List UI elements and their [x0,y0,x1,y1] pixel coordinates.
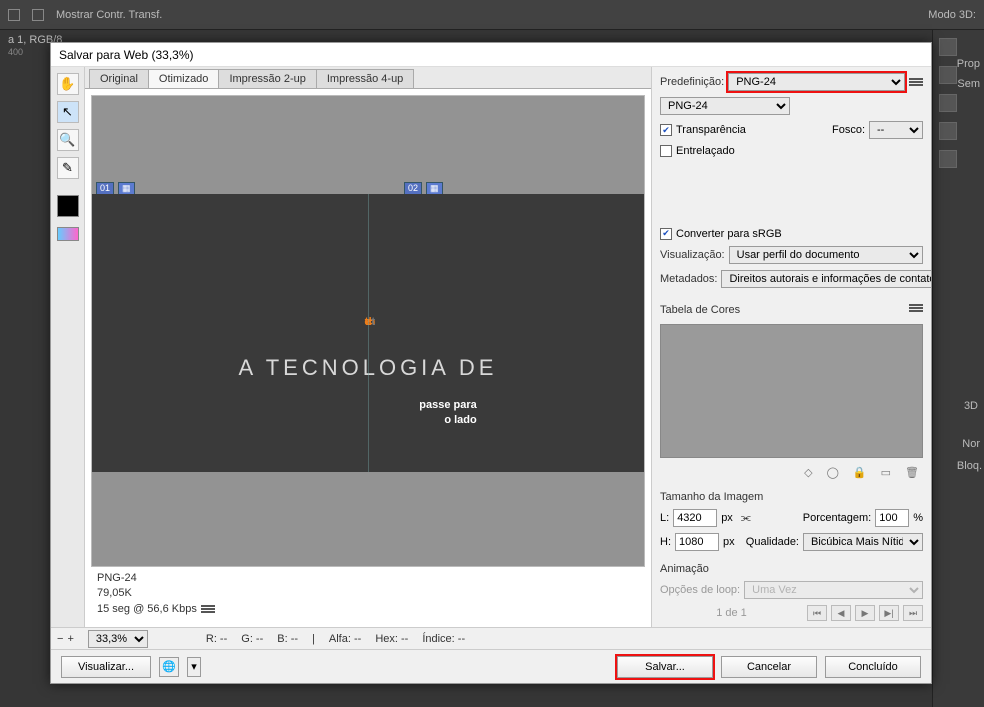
color-table[interactable] [660,324,923,458]
srgb-checkbox[interactable]: ✔ [660,228,672,240]
mode-3d-label: Modo 3D: [928,9,976,21]
panel-label: Nor [962,438,980,450]
metadata-label: Metadados: [660,273,717,285]
color-table-menu-icon[interactable] [909,307,923,309]
height-input[interactable] [675,533,719,551]
save-for-web-dialog: Salvar para Web (33,3%) ✋ ↖ 🔍 ✎ Original… [50,42,932,684]
interlaced-checkbox[interactable] [660,145,672,157]
preview-info: PNG-24 79,05K 15 seg @ 56,6 Kbps [91,567,645,621]
3d-panel-tab[interactable]: 3D [964,400,978,412]
percent-label: Porcentagem: [803,512,871,524]
cancel-button[interactable]: Cancelar [721,656,817,678]
dialog-toolstrip: ✋ ↖ 🔍 ✎ [51,67,85,627]
color-table-label: Tabela de Cores [660,304,740,316]
preview-button[interactable]: Visualizar... [61,656,151,678]
dialog-title: Salvar para Web (33,3%) [51,43,931,67]
tab-4up[interactable]: Impressão 4-up [316,69,414,88]
status-bar: −+ 33,3% R: -- G: -- B: -- | Alfa: -- He… [51,627,931,649]
auto-select-checkbox[interactable] [8,9,20,21]
no-properties-label: Sem [957,78,980,90]
last-frame-icon: ⏭ [903,605,923,621]
ct-icon[interactable]: ◯ [827,466,839,479]
slice-select-tool-icon[interactable]: ↖ [57,101,79,123]
preset-select[interactable]: PNG-24 [728,73,905,91]
tab-original[interactable]: Original [89,69,149,88]
info-download-time: 15 seg @ 56,6 Kbps [97,602,197,617]
loop-label: Opções de loop: [660,584,740,596]
panels-dock [932,30,984,707]
readout-hex: Hex: -- [375,633,408,645]
caption-text: passe parao lado [419,397,476,427]
next-frame-icon: ▶| [879,605,899,621]
loop-select: Uma Vez [744,581,923,599]
slice-divider [368,194,369,472]
preview-profile-select[interactable]: Usar perfil do documento [729,246,923,264]
browser-preview-menu-icon[interactable]: ▾ [187,657,201,677]
zoom-tool-icon[interactable]: 🔍 [57,129,79,151]
panel-icon[interactable] [939,94,957,112]
width-input[interactable] [673,509,717,527]
transparency-checkbox[interactable]: ✔ [660,124,672,136]
panel-icon[interactable] [939,122,957,140]
info-filesize: 79,05K [97,586,639,601]
percent-input[interactable] [875,509,909,527]
panel-icon[interactable] [939,66,957,84]
eyedropper-color-swatch[interactable] [57,195,79,217]
prev-frame-icon: ◀ [831,605,851,621]
matte-label: Fosco: [832,124,865,136]
height-label: H: [660,536,671,548]
color-table-actions: ◇ ◯ 🔒 ▭ 🗑 [660,464,923,481]
zoom-select[interactable]: 33,3% [88,630,148,648]
frame-counter: 1 de 1 [660,607,803,619]
matte-select[interactable]: -- [869,121,923,139]
panel-icon[interactable] [939,150,957,168]
browser-preview-icon[interactable]: 🌐 [159,657,179,677]
first-frame-icon: ⏮ [807,605,827,621]
transparency-label: Transparência [676,124,746,136]
done-button[interactable]: Concluído [825,656,921,678]
panel-label: Bloq. [957,460,982,472]
save-button[interactable]: Salvar... [617,656,713,678]
readout-index: Índice: -- [422,633,465,645]
hand-tool-icon[interactable]: ✋ [57,73,79,95]
preset-menu-icon[interactable] [909,81,923,83]
srgb-label: Converter para sRGB [676,228,782,240]
preview-profile-label: Visualização: [660,249,725,261]
optimize-settings-panel: Predefinição: PNG-24 PNG-24 ✔ Transparên… [651,67,931,627]
info-format: PNG-24 [97,571,639,586]
readout-b: B: -- [277,633,298,645]
quality-label: Qualidade: [746,536,799,548]
preset-label: Predefinição: [660,76,724,88]
zoom-out-icon[interactable]: − [57,633,63,645]
download-speed-menu-icon[interactable] [201,608,215,610]
show-transform-label: Mostrar Contr. Transf. [56,9,162,21]
preview-canvas[interactable]: 01 ▦ 02 ▦ techt A TECNOLOGIA DE passe pa… [91,95,645,567]
ct-new-icon[interactable]: ▭ [881,466,891,479]
play-icon: ▶ [855,605,875,621]
panel-icon[interactable] [939,38,957,56]
animation-label: Animação [660,563,923,575]
ct-delete-icon[interactable]: 🗑 [905,466,919,479]
readout-alpha: Alfa: -- [329,633,361,645]
metadata-select[interactable]: Direitos autorais e informações de conta… [721,270,931,288]
ct-icon[interactable]: 🔒 [853,466,867,479]
zoom-in-icon[interactable]: + [67,633,73,645]
tab-otimizado[interactable]: Otimizado [148,69,220,88]
interlaced-label: Entrelaçado [676,145,735,157]
dialog-button-row: Visualizar... 🌐 ▾ Salvar... Cancelar Con… [51,649,931,683]
eyedropper-tool-icon[interactable]: ✎ [57,157,79,179]
format-select[interactable]: PNG-24 [660,97,790,115]
ct-icon[interactable]: ◇ [804,466,812,479]
tab-2up[interactable]: Impressão 2-up [218,69,316,88]
image-size-label: Tamanho da Imagem [660,491,923,503]
toggle-slices-icon[interactable] [57,227,79,241]
readout-g: G: -- [241,633,263,645]
properties-panel-tab[interactable]: Prop [957,58,980,70]
show-transform-checkbox[interactable] [32,9,44,21]
quality-select[interactable]: Bicúbica Mais Nítida [803,533,923,551]
app-options-bar: Mostrar Contr. Transf. Modo 3D: [0,0,984,30]
preview-tabs: Original Otimizado Impressão 2-up Impres… [85,67,651,89]
width-label: L: [660,512,669,524]
readout-r: R: -- [206,633,227,645]
